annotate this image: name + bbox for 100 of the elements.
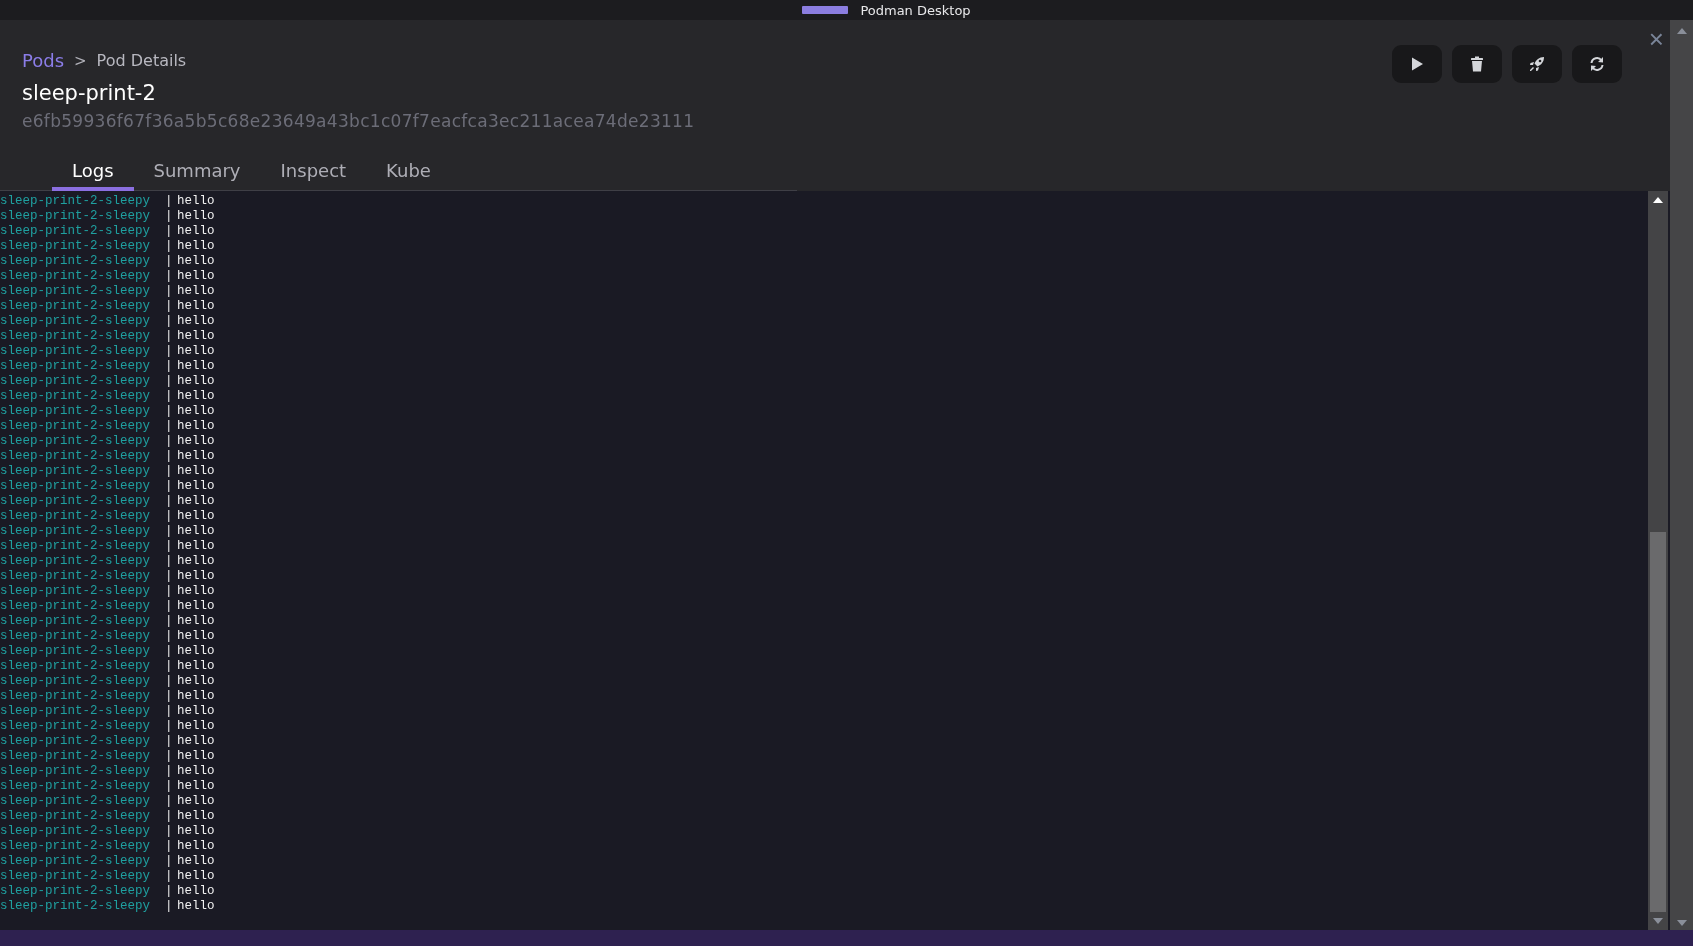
log-separator: | <box>165 644 174 659</box>
log-container-name: sleep-print-2-sleepy <box>0 359 152 374</box>
log-message: hello <box>177 779 215 794</box>
tab[interactable]: Summary <box>133 160 261 191</box>
log-message: hello <box>177 644 215 659</box>
log-container-name: sleep-print-2-sleepy <box>0 449 152 464</box>
log-message: hello <box>177 344 215 359</box>
log-separator: | <box>165 839 174 854</box>
log-container-name: sleep-print-2-sleepy <box>0 419 152 434</box>
log-container-name: sleep-print-2-sleepy <box>0 494 152 509</box>
rocket-icon <box>1529 56 1545 72</box>
restart-button[interactable] <box>1572 45 1622 83</box>
log-container-name: sleep-print-2-sleepy <box>0 194 152 209</box>
log-separator: | <box>165 494 174 509</box>
log-separator: | <box>165 554 174 569</box>
refresh-icon <box>1589 56 1605 72</box>
log-message: hello <box>177 869 215 884</box>
log-container-name: sleep-print-2-sleepy <box>0 704 152 719</box>
log-container-name: sleep-print-2-sleepy <box>0 719 152 734</box>
window-scrollbar[interactable] <box>1670 20 1693 930</box>
scroll-down-icon <box>1653 918 1663 924</box>
log-message: hello <box>177 209 215 224</box>
tab[interactable]: Kube <box>366 160 451 191</box>
pod-name: sleep-print-2 <box>22 81 157 105</box>
breadcrumb-separator: > <box>74 51 87 70</box>
log-message: hello <box>177 464 215 479</box>
log-separator: | <box>165 614 174 629</box>
log-separator: | <box>165 479 174 494</box>
log-container-name: sleep-print-2-sleepy <box>0 269 152 284</box>
close-button[interactable]: × <box>1648 26 1664 52</box>
log-container-name: sleep-print-2-sleepy <box>0 839 152 854</box>
log-message: hello <box>177 374 215 389</box>
log-container-name: sleep-print-2-sleepy <box>0 314 152 329</box>
log-message: hello <box>177 434 215 449</box>
log-message: hello <box>177 554 215 569</box>
log-container-name: sleep-print-2-sleepy <box>0 509 152 524</box>
log-message: hello <box>177 809 215 824</box>
log-container-name: sleep-print-2-sleepy <box>0 674 152 689</box>
log-separator: | <box>165 689 174 704</box>
log-container-name: sleep-print-2-sleepy <box>0 824 152 839</box>
log-separator: | <box>165 269 174 284</box>
log-separator: | <box>165 794 174 809</box>
log-message: hello <box>177 404 215 419</box>
log-message: hello <box>177 359 215 374</box>
log-separator: | <box>165 539 174 554</box>
log-container-name: sleep-print-2-sleepy <box>0 329 152 344</box>
log-message: hello <box>177 659 215 674</box>
log-message: hello <box>177 389 215 404</box>
log-separator: | <box>165 524 174 539</box>
log-container-name: sleep-print-2-sleepy <box>0 734 152 749</box>
log-container-name: sleep-print-2-sleepy <box>0 434 152 449</box>
window-title: Podman Desktop <box>860 2 971 18</box>
log-separator: | <box>165 764 174 779</box>
log-message: hello <box>177 224 215 239</box>
scrollbar-thumb[interactable] <box>1650 532 1666 912</box>
log-container-name: sleep-print-2-sleepy <box>0 644 152 659</box>
log-separator: | <box>165 659 174 674</box>
pod-id: e6fb59936f67f36a5b5c68e23649a43bc1c07f7eacfca3ec211acea74de23111 <box>22 111 696 131</box>
log-message: hello <box>177 494 215 509</box>
logo-icon <box>802 6 849 14</box>
log-message: hello <box>177 509 215 524</box>
log-separator: | <box>165 899 174 914</box>
log-message: hello <box>177 269 215 284</box>
log-separator: | <box>165 239 174 254</box>
log-separator: | <box>165 374 174 389</box>
log-container-name: sleep-print-2-sleepy <box>0 569 152 584</box>
log-message: hello <box>177 629 215 644</box>
log-message: hello <box>177 899 215 914</box>
log-container-name: sleep-print-2-sleepy <box>0 884 152 899</box>
log-separator: | <box>165 329 174 344</box>
log-message: hello <box>177 704 215 719</box>
log-separator: | <box>165 344 174 359</box>
log-message: hello <box>177 539 215 554</box>
log-message: hello <box>177 749 215 764</box>
log-container-name: sleep-print-2-sleepy <box>0 899 152 914</box>
log-message: hello <box>177 329 215 344</box>
log-separator: | <box>165 599 174 614</box>
tab[interactable]: Inspect <box>260 160 367 191</box>
delete-button[interactable] <box>1452 45 1502 83</box>
log-container-name: sleep-print-2-sleepy <box>0 599 152 614</box>
log-separator: | <box>165 359 174 374</box>
log-separator: | <box>165 464 174 479</box>
scrollbar[interactable] <box>1648 191 1668 930</box>
log-separator: | <box>165 629 174 644</box>
log-message: hello <box>177 194 215 209</box>
log-container-name: sleep-print-2-sleepy <box>0 764 152 779</box>
log-container-name: sleep-print-2-sleepy <box>0 809 152 824</box>
log-message: hello <box>177 614 215 629</box>
log-separator: | <box>165 749 174 764</box>
breadcrumb-current: Pod Details <box>96 51 187 70</box>
log-message: hello <box>177 479 215 494</box>
start-button[interactable] <box>1392 45 1442 83</box>
log-container-name: sleep-print-2-sleepy <box>0 344 152 359</box>
log-container-name: sleep-print-2-sleepy <box>0 554 152 569</box>
log-message: hello <box>177 824 215 839</box>
log-container-name: sleep-print-2-sleepy <box>0 524 152 539</box>
breadcrumb-link[interactable]: Pods <box>22 50 65 71</box>
log-message: hello <box>177 839 215 854</box>
log-separator: | <box>165 449 174 464</box>
deploy-button[interactable] <box>1512 45 1562 83</box>
